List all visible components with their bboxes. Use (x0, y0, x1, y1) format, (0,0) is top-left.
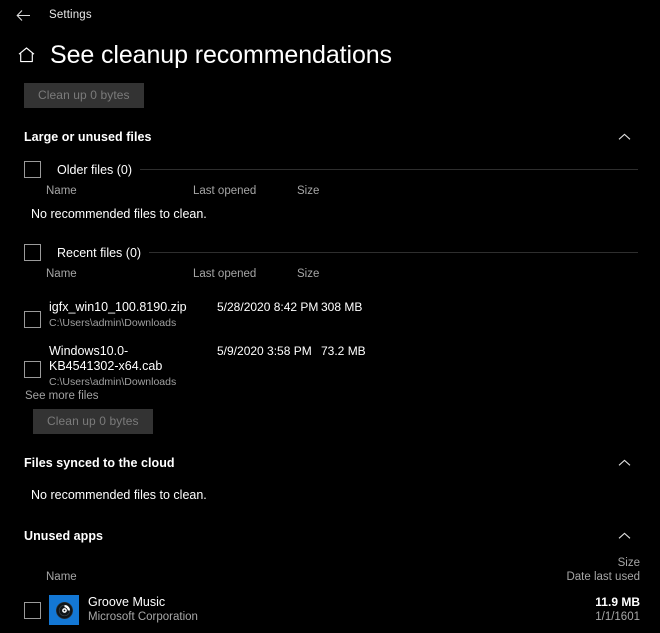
cleanup-button-middle-wrap: Clean up 0 bytes (33, 409, 640, 434)
group-label-older-files: Older files (0) (57, 163, 132, 177)
checkbox-file-row[interactable] (24, 311, 41, 328)
column-header-name: Name (46, 571, 77, 583)
group-header-older-files: Older files (0) (24, 161, 640, 178)
section-title-unused-apps: Unused apps (24, 529, 103, 543)
back-arrow-icon (16, 9, 31, 22)
section-title-large-or-unused-files: Large or unused files (24, 130, 151, 144)
page-title: See cleanup recommendations (50, 40, 392, 70)
column-header-size: Size (618, 557, 640, 569)
column-header-name: Name (46, 185, 77, 197)
empty-message-older-files: No recommended files to clean. (31, 207, 640, 221)
file-path: C:\Users\admin\Downloads (49, 375, 194, 389)
page-header: See cleanup recommendations (0, 40, 660, 70)
app-name: Groove Music (88, 594, 198, 610)
app-publisher: Microsoft Corporation (88, 610, 198, 625)
file-last-opened: 5/9/2020 3:58 PM (217, 344, 312, 358)
content-area: Clean up 0 bytes Large or unused files O… (0, 83, 660, 633)
titlebar-label: Settings (49, 9, 92, 21)
chevron-up-icon-files-synced-to-the-cloud[interactable] (615, 454, 633, 472)
app-values: 11.9 MB 1/1/1601 (595, 594, 640, 625)
column-header-size: Size (297, 185, 319, 197)
back-button[interactable] (8, 2, 38, 28)
cleanup-button-middle[interactable]: Clean up 0 bytes (33, 409, 153, 434)
see-more-files-link[interactable]: See more files (25, 390, 99, 402)
column-headers-older-files: Name Last opened Size (24, 185, 640, 205)
column-headers-unused-apps: Name Size Date last used (24, 557, 640, 589)
group-label-recent-files: Recent files (0) (57, 246, 141, 260)
column-header-name: Name (46, 268, 77, 280)
checkbox-app-row[interactable] (24, 602, 41, 619)
section-header-unused-apps[interactable]: Unused apps (24, 523, 640, 549)
groove-music-icon (49, 595, 79, 625)
app-info: Groove Music Microsoft Corporation (88, 594, 198, 625)
home-icon[interactable] (14, 43, 38, 67)
cleanup-button-top[interactable]: Clean up 0 bytes (24, 83, 144, 108)
file-name: igfx_win10_100.8190.zip (49, 300, 194, 315)
checkbox-older-files[interactable] (24, 161, 41, 178)
title-bar: Settings (0, 0, 660, 30)
section-title-files-synced-to-the-cloud: Files synced to the cloud (24, 456, 175, 470)
table-row[interactable]: Windows10.0-KB4541302-x64.cab C:\Users\a… (24, 344, 640, 378)
app-date-last-used: 1/1/1601 (595, 610, 640, 625)
file-size: 308 MB (321, 300, 362, 314)
section-header-large-or-unused-files[interactable]: Large or unused files (24, 124, 640, 150)
app-size: 11.9 MB (595, 594, 640, 610)
chevron-up-icon-unused-apps[interactable] (615, 527, 633, 545)
list-item[interactable]: Groove Music Microsoft Corporation 11.9 … (24, 591, 640, 633)
column-headers-recent-files: Name Last opened Size (24, 268, 640, 288)
file-name: Windows10.0-KB4541302-x64.cab (49, 344, 194, 374)
group-divider-recent-files (149, 252, 638, 253)
section-header-files-synced-to-the-cloud[interactable]: Files synced to the cloud (24, 450, 640, 476)
file-size: 73.2 MB (321, 344, 366, 358)
group-divider-older-files (140, 169, 638, 170)
column-header-last-opened: Last opened (193, 268, 256, 280)
file-last-opened: 5/28/2020 8:42 PM (217, 300, 318, 314)
cleanup-button-top-wrap: Clean up 0 bytes (24, 83, 640, 108)
column-header-date-last-used: Date last used (566, 571, 640, 583)
empty-message-files-synced: No recommended files to clean. (31, 488, 640, 502)
column-header-last-opened: Last opened (193, 185, 256, 197)
file-path: C:\Users\admin\Downloads (49, 316, 194, 330)
table-row[interactable]: igfx_win10_100.8190.zip C:\Users\admin\D… (24, 300, 640, 330)
file-info: Windows10.0-KB4541302-x64.cab C:\Users\a… (49, 344, 194, 389)
chevron-up-icon-large-or-unused-files[interactable] (615, 128, 633, 146)
file-info: igfx_win10_100.8190.zip C:\Users\admin\D… (49, 300, 194, 330)
group-header-recent-files: Recent files (0) (24, 244, 640, 261)
column-header-size: Size (297, 268, 319, 280)
checkbox-recent-files[interactable] (24, 244, 41, 261)
checkbox-file-row[interactable] (24, 361, 41, 378)
